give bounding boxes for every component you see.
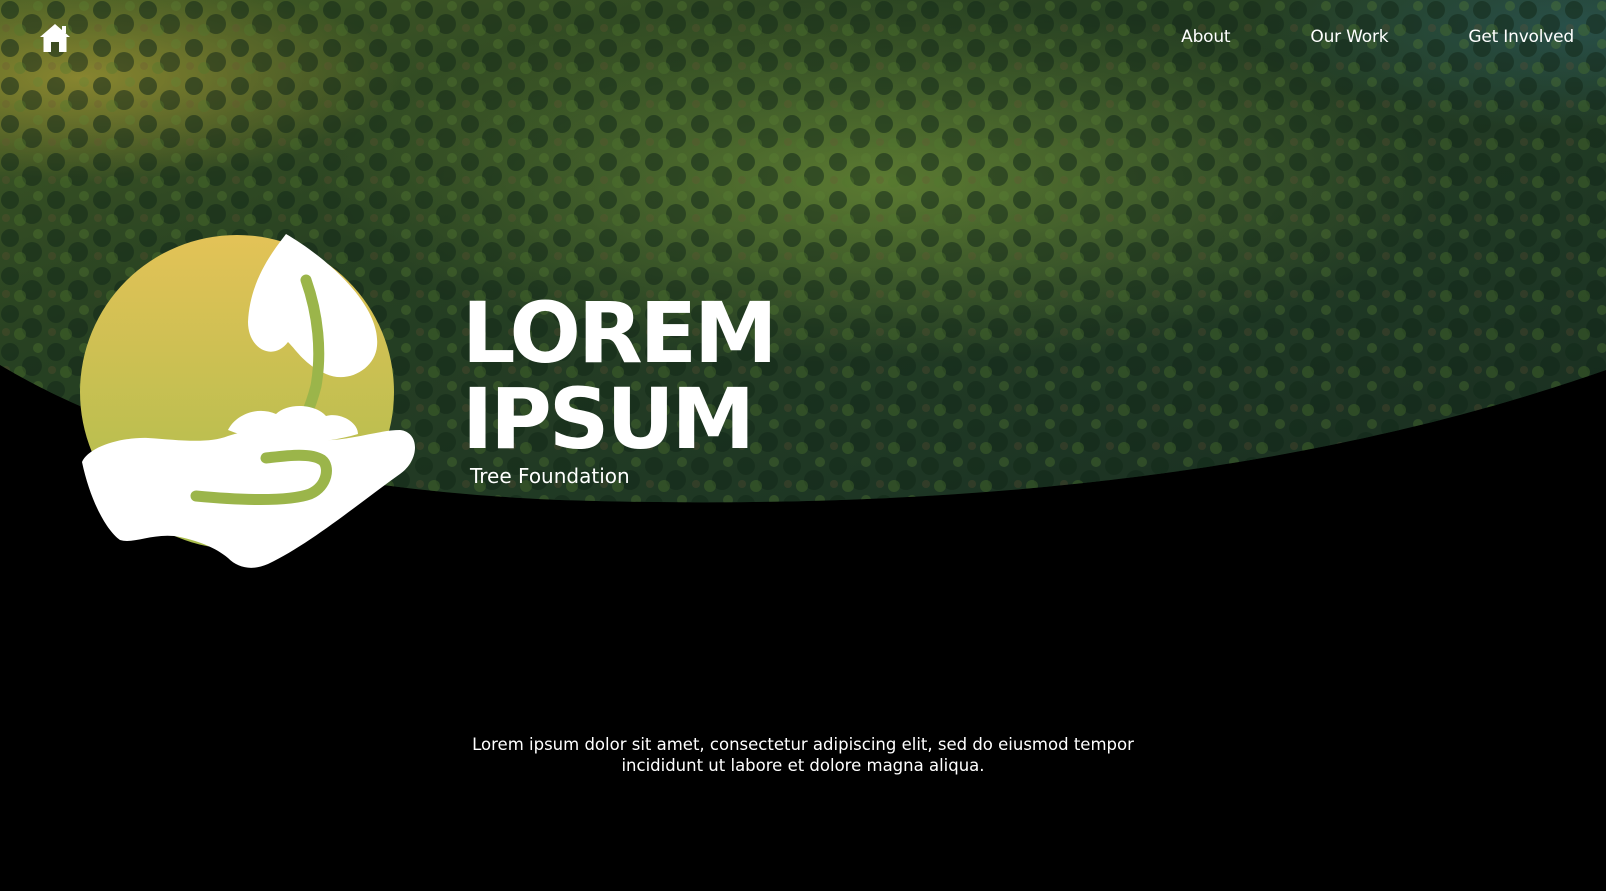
hero-title-block: LOREM IPSUM Tree Foundation [462,284,778,488]
intro-paragraph: Lorem ipsum dolor sit amet, consectetur … [0,734,1606,776]
home-icon [40,24,70,52]
nav-link-get-involved[interactable]: Get Involved [1468,27,1574,47]
hero-title-line-1: LOREM [462,284,778,382]
hand-holding-sprout-icon [78,234,428,584]
home-button[interactable] [38,21,72,55]
hero-title-line-2: IPSUM [462,370,755,468]
intro-line-1: Lorem ipsum dolor sit amet, consectetur … [472,735,1134,754]
nav-link-our-work[interactable]: Our Work [1310,27,1388,47]
intro-line-2: incididunt ut labore et dolore magna ali… [621,756,985,775]
nav-link-about[interactable]: About [1181,27,1230,47]
top-navigation: About Our Work Get Involved [1181,22,1574,52]
